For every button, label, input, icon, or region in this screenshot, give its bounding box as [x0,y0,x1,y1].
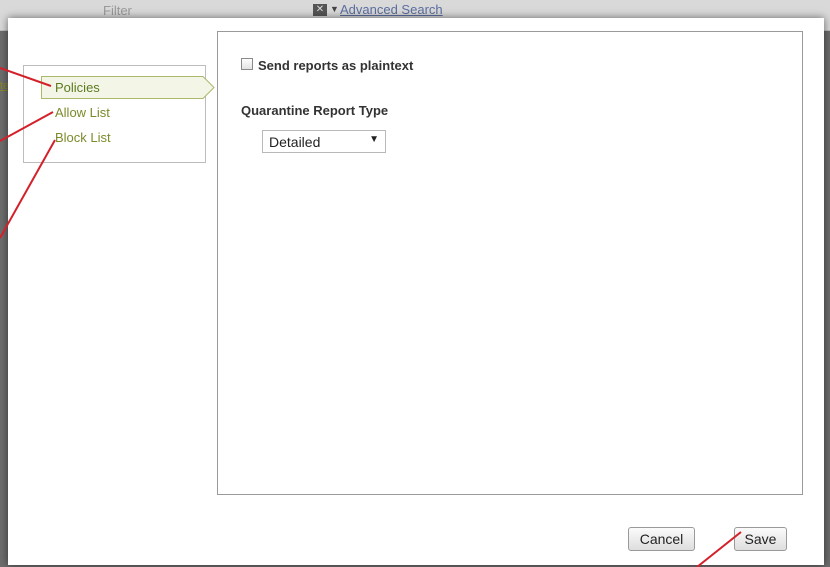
close-icon: ✕ [313,4,327,16]
sidebar-item-label: Policies [55,80,100,95]
report-type-label: Quarantine Report Type [241,103,389,118]
plaintext-checkbox[interactable] [241,58,253,70]
sidebar-item-policies[interactable]: Policies [41,76,215,99]
sidebar-item-block-list[interactable]: Block List [55,130,111,145]
policies-content-panel [217,31,803,495]
chevron-down-icon: ▼ [330,4,339,14]
save-button[interactable]: Save [734,527,787,551]
plaintext-checkbox-label: Send reports as plaintext [258,58,414,73]
report-type-value: Detailed [269,134,321,150]
cancel-button[interactable]: Cancel [628,527,695,551]
background-filter-label: Filter [103,3,132,18]
advanced-search-link: Advanced Search [340,2,443,17]
sidebar-item-allow-list[interactable]: Allow List [55,105,110,120]
report-type-select[interactable]: Detailed ▼ [262,130,386,153]
dropdown-caret-icon: ▼ [369,134,379,145]
